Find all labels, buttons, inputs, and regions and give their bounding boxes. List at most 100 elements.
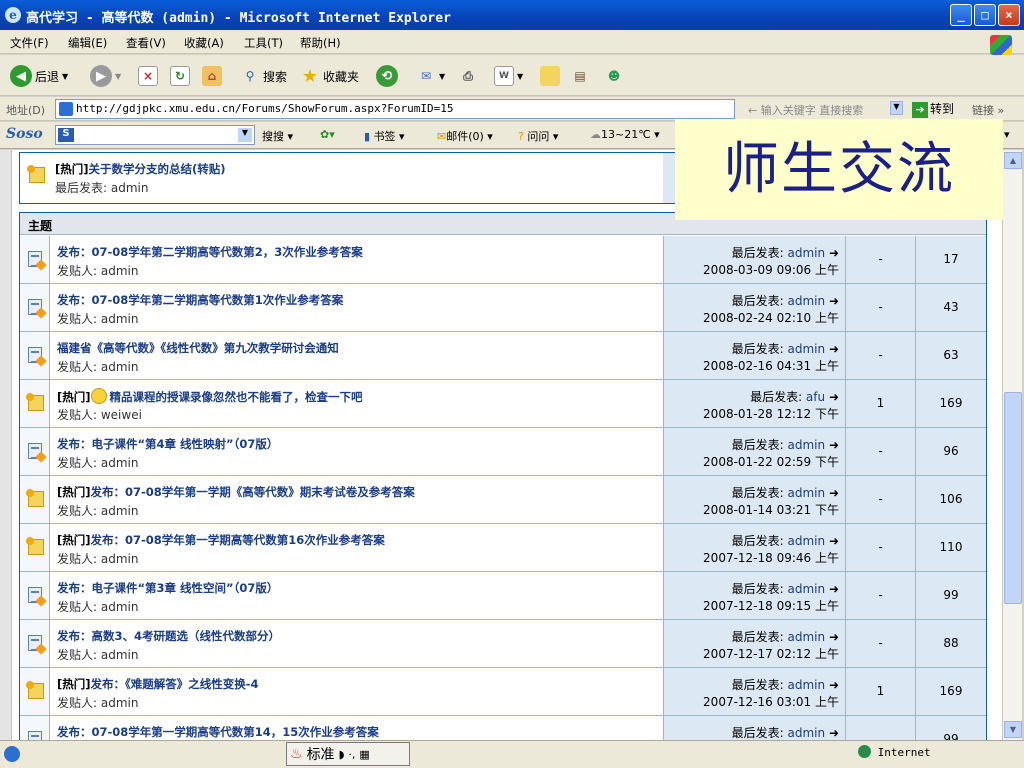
last-post-user[interactable]: admin xyxy=(788,534,826,548)
topic-row[interactable]: 发布：07-08学年第二学期高等代数第1次作业参考答案 发贴人: admin 最后发… xyxy=(20,284,986,332)
links-button[interactable]: 链接 » xyxy=(972,102,1004,118)
stop-button[interactable]: × xyxy=(138,64,158,88)
scroll-thumb[interactable] xyxy=(1004,392,1022,604)
topic-title[interactable]: 发布：07-08学年第二学期高等代数第2，3次作业参考答案 xyxy=(57,244,363,260)
goto-last-post-icon[interactable]: ➜ xyxy=(829,726,839,740)
topic-row[interactable]: 发布：07-08学年第二学期高等代数第2，3次作业参考答案 发贴人: admin 最… xyxy=(20,236,986,284)
poster-name[interactable]: admin xyxy=(101,312,139,326)
topic-row[interactable]: 福建省《高等代数》《线性代数》第九次教学研讨会通知 发贴人: admin 最后发表:… xyxy=(20,332,986,380)
topic-title[interactable]: [热门] 精品课程的授课录像忽然也不能看了，检查一下吧 xyxy=(57,388,363,405)
goto-last-post-icon[interactable]: ➜ xyxy=(829,678,839,692)
topic-row[interactable]: [热门]发布：07-08学年第一学期《高等代数》期末考试卷及参考答案 发贴人: a… xyxy=(20,476,986,524)
soso-more-arrow-icon[interactable]: ▾ xyxy=(1004,128,1010,141)
menu-tools[interactable]: 工具(T) xyxy=(244,35,283,51)
history-button[interactable]: ⟲ xyxy=(376,64,398,88)
menu-file[interactable]: 文件(F) xyxy=(10,35,49,51)
dropdown-arrow-icon[interactable]: ▼ xyxy=(238,128,252,142)
pinned-topic-title[interactable]: [热门]关于数学分支的总结(转贴) xyxy=(55,161,226,177)
ime-toolbar[interactable]: ♨ 标准 ◗ ·, ▦ xyxy=(286,742,410,766)
topic-title[interactable]: 发布：07-08学年第一学期高等代数第14，15次作业参考答案 xyxy=(57,724,379,740)
bookmark-button[interactable]: ▮ 书签 ▾ xyxy=(364,128,405,144)
poster-name[interactable]: admin xyxy=(101,552,139,566)
topic-title[interactable]: [热门]发布：《难题解答》之线性变换-4 xyxy=(57,676,259,692)
search-button[interactable]: ⚲ 搜索 xyxy=(240,64,287,88)
topic-row[interactable]: [热门] 精品课程的授课录像忽然也不能看了，检查一下吧 发贴人: weiwei 最后发… xyxy=(20,380,986,428)
dropdown-arrow-icon[interactable]: ▼ xyxy=(439,72,445,81)
refresh-button[interactable]: ↻ xyxy=(170,64,190,88)
research-button[interactable]: ▤ xyxy=(570,64,590,88)
vertical-scrollbar[interactable]: ▲ ▼ xyxy=(1002,150,1022,740)
last-post-user[interactable]: admin xyxy=(788,630,826,644)
goto-last-post-icon[interactable]: ➜ xyxy=(829,486,839,500)
ime-mode-label[interactable]: 标准 xyxy=(307,744,335,764)
topic-title[interactable]: 发布：电子课件“第3章 线性空间”（07版） xyxy=(57,580,278,596)
last-post-user[interactable]: admin xyxy=(788,438,826,452)
forward-button[interactable]: ▶ ▼ xyxy=(90,64,121,88)
topic-title[interactable]: 发布：高数3、4考研题选（线性代数部分） xyxy=(57,628,280,644)
maximize-button[interactable]: □ xyxy=(974,4,996,26)
ask-button[interactable]: ? 问问 ▾ xyxy=(518,128,558,144)
last-post-user[interactable]: admin xyxy=(788,342,826,356)
poster-name[interactable]: admin xyxy=(101,648,139,662)
poster-name[interactable]: admin xyxy=(101,504,139,518)
close-button[interactable]: × xyxy=(998,4,1020,26)
address-input[interactable]: http://gdjpkc.xmu.edu.cn/Forums/ShowForu… xyxy=(55,99,735,119)
mail-button[interactable]: ✉ ▼ xyxy=(416,64,445,88)
topic-row[interactable]: [热门]发布：07-08学年第一学期高等代数第16次作业参考答案 发贴人: adm… xyxy=(20,524,986,572)
dropdown-arrow-icon[interactable]: ▼ xyxy=(517,72,523,81)
keyword-search-input[interactable]: ← 输入关键字 直接搜索 xyxy=(748,102,863,118)
last-post-user[interactable]: admin xyxy=(111,181,149,195)
punctuation-icon[interactable]: ·, xyxy=(348,748,355,761)
window-titlebar[interactable]: e 高代学习 - 高等代数 (admin) - Microsoft Intern… xyxy=(0,0,1024,30)
messenger-button[interactable]: ☻ xyxy=(604,64,624,88)
soso-search-input[interactable]: S ▼ xyxy=(55,125,255,145)
soso-search-button[interactable]: 搜搜 ▾ xyxy=(262,128,293,144)
dropdown-arrow-icon[interactable]: ▼ xyxy=(62,72,68,81)
topic-title[interactable]: [热门]发布：07-08学年第一学期高等代数第16次作业参考答案 xyxy=(57,532,385,548)
home-button[interactable]: ⌂ xyxy=(202,64,222,88)
folder-button[interactable] xyxy=(540,64,560,88)
mail-menu-button[interactable]: ✉邮件(0) ▾ xyxy=(437,128,493,144)
last-post-user[interactable]: admin xyxy=(788,678,826,692)
goto-last-post-icon[interactable]: ➜ xyxy=(829,246,839,260)
dropdown-arrow-icon[interactable]: ▼ xyxy=(115,72,121,81)
menu-view[interactable]: 查看(V) xyxy=(126,35,166,51)
poster-name[interactable]: admin xyxy=(101,600,139,614)
soft-keyboard-icon[interactable]: ▦ xyxy=(359,748,369,761)
scroll-down-arrow-icon[interactable]: ▼ xyxy=(1004,721,1022,738)
topic-row[interactable]: 发布：高数3、4考研题选（线性代数部分） 发贴人: admin 最后发表: admi… xyxy=(20,620,986,668)
topic-row[interactable]: [热门]发布：《难题解答》之线性变换-4 发贴人: admin 最后发表: admi… xyxy=(20,668,986,716)
weather-button[interactable]: ☁13~21℃ ▾ xyxy=(590,128,660,141)
topic-title[interactable]: [热门]发布：07-08学年第一学期《高等代数》期末考试卷及参考答案 xyxy=(57,484,415,500)
print-button[interactable]: ⎙ xyxy=(458,64,478,88)
last-post-user[interactable]: admin xyxy=(788,294,826,308)
minimize-button[interactable]: _ xyxy=(950,4,972,26)
goto-last-post-icon[interactable]: ➜ xyxy=(829,342,839,356)
last-post-user[interactable]: admin xyxy=(788,486,826,500)
menu-edit[interactable]: 编辑(E) xyxy=(68,35,107,51)
goto-last-post-icon[interactable]: ➜ xyxy=(829,294,839,308)
goto-last-post-icon[interactable]: ➜ xyxy=(829,534,839,548)
go-button[interactable]: ➔ 转到 xyxy=(912,100,954,118)
goto-last-post-icon[interactable]: ➜ xyxy=(829,630,839,644)
topic-title[interactable]: 福建省《高等代数》《线性代数》第九次教学研讨会通知 xyxy=(57,340,339,356)
last-post-user[interactable]: admin xyxy=(788,726,826,740)
goto-last-post-icon[interactable]: ➜ xyxy=(829,390,839,404)
goto-last-post-icon[interactable]: ➜ xyxy=(829,582,839,596)
poster-name[interactable]: weiwei xyxy=(101,408,142,422)
last-post-user[interactable]: afu xyxy=(806,390,825,404)
poster-name[interactable]: admin xyxy=(101,264,139,278)
topic-row[interactable]: 发布：电子课件“第4章 线性映射”（07版） 发贴人: admin 最后发表: ad… xyxy=(20,428,986,476)
edit-button[interactable]: W ▼ xyxy=(494,64,523,88)
topic-row[interactable]: 发布：07-08学年第一学期高等代数第14，15次作业参考答案 最后发表: adm… xyxy=(20,716,986,740)
last-post-user[interactable]: admin xyxy=(788,246,826,260)
menu-favorites[interactable]: 收藏(A) xyxy=(184,35,224,51)
favorites-button[interactable]: ★ 收藏夹 xyxy=(300,64,359,88)
scroll-up-arrow-icon[interactable]: ▲ xyxy=(1004,152,1022,169)
last-post-user[interactable]: admin xyxy=(788,582,826,596)
menu-help[interactable]: 帮助(H) xyxy=(300,35,341,51)
poster-name[interactable]: admin xyxy=(101,360,139,374)
dropdown-arrow-icon[interactable]: ▼ xyxy=(890,101,903,115)
topic-title[interactable]: 发布：电子课件“第4章 线性映射”（07版） xyxy=(57,436,278,452)
poster-name[interactable]: admin xyxy=(101,456,139,470)
